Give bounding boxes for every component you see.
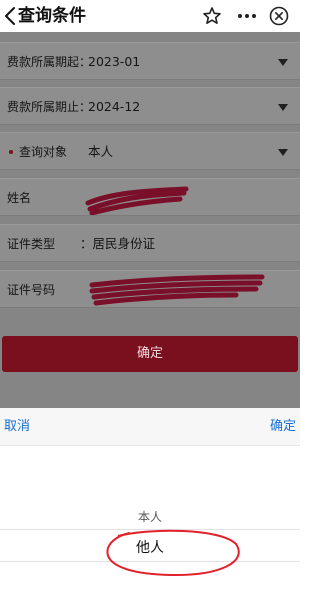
more-icon[interactable] bbox=[236, 5, 258, 27]
fee-period-end-label: 费款所属期止： bbox=[7, 100, 92, 114]
back-chevron-icon[interactable] bbox=[2, 5, 18, 27]
fee-period-end-select[interactable]: 费款所属期止： 2024-12 bbox=[0, 87, 300, 125]
fee-period-start-select[interactable]: 费款所属期起： 2023-01 bbox=[0, 42, 300, 80]
picker-option[interactable]: 本人 bbox=[0, 508, 300, 525]
top-bar: 查询条件 bbox=[0, 0, 300, 32]
id-type-value: ：居民身份证 bbox=[80, 236, 156, 251]
confirm-button[interactable]: 确定 bbox=[2, 336, 298, 372]
id-number-field[interactable]: 证件号码 bbox=[0, 270, 300, 308]
picker-sheet: 取消 确定 本人 他人 bbox=[0, 408, 300, 605]
redaction-scribble bbox=[89, 274, 265, 306]
caret-down-icon bbox=[278, 59, 288, 66]
required-dot bbox=[9, 150, 13, 154]
star-icon[interactable] bbox=[201, 5, 223, 27]
dimmed-form: 费款所属期起： 2023-01 费款所属期止： 2024-12 查询对象 本人 … bbox=[0, 32, 300, 408]
picker-confirm-button[interactable]: 确定 bbox=[270, 408, 296, 446]
picker-header: 取消 确定 bbox=[0, 408, 300, 446]
fee-period-end-value: 2024-12 bbox=[88, 99, 141, 114]
caret-down-icon bbox=[278, 104, 288, 111]
query-target-select[interactable]: 查询对象 本人 bbox=[0, 132, 300, 170]
id-number-label: 证件号码 bbox=[7, 283, 56, 297]
picker-cancel-button[interactable]: 取消 bbox=[4, 408, 30, 446]
query-target-value: 本人 bbox=[88, 144, 114, 159]
fee-period-start-label: 费款所属期起： bbox=[7, 55, 92, 69]
name-field[interactable]: 姓名 bbox=[0, 178, 300, 216]
name-label: 姓名 bbox=[7, 191, 32, 205]
page-title: 查询条件 bbox=[18, 6, 86, 26]
query-target-label: 查询对象 bbox=[19, 145, 68, 159]
id-type-label: 证件类型 bbox=[7, 237, 56, 251]
id-type-field: 证件类型 ：居民身份证 bbox=[0, 224, 300, 262]
annotation-circle bbox=[106, 529, 240, 577]
fee-period-start-value: 2023-01 bbox=[88, 54, 141, 69]
caret-down-icon bbox=[278, 149, 288, 156]
redaction-scribble bbox=[85, 186, 189, 215]
confirm-button-label: 确定 bbox=[136, 346, 163, 361]
close-circle-icon[interactable] bbox=[268, 5, 290, 27]
